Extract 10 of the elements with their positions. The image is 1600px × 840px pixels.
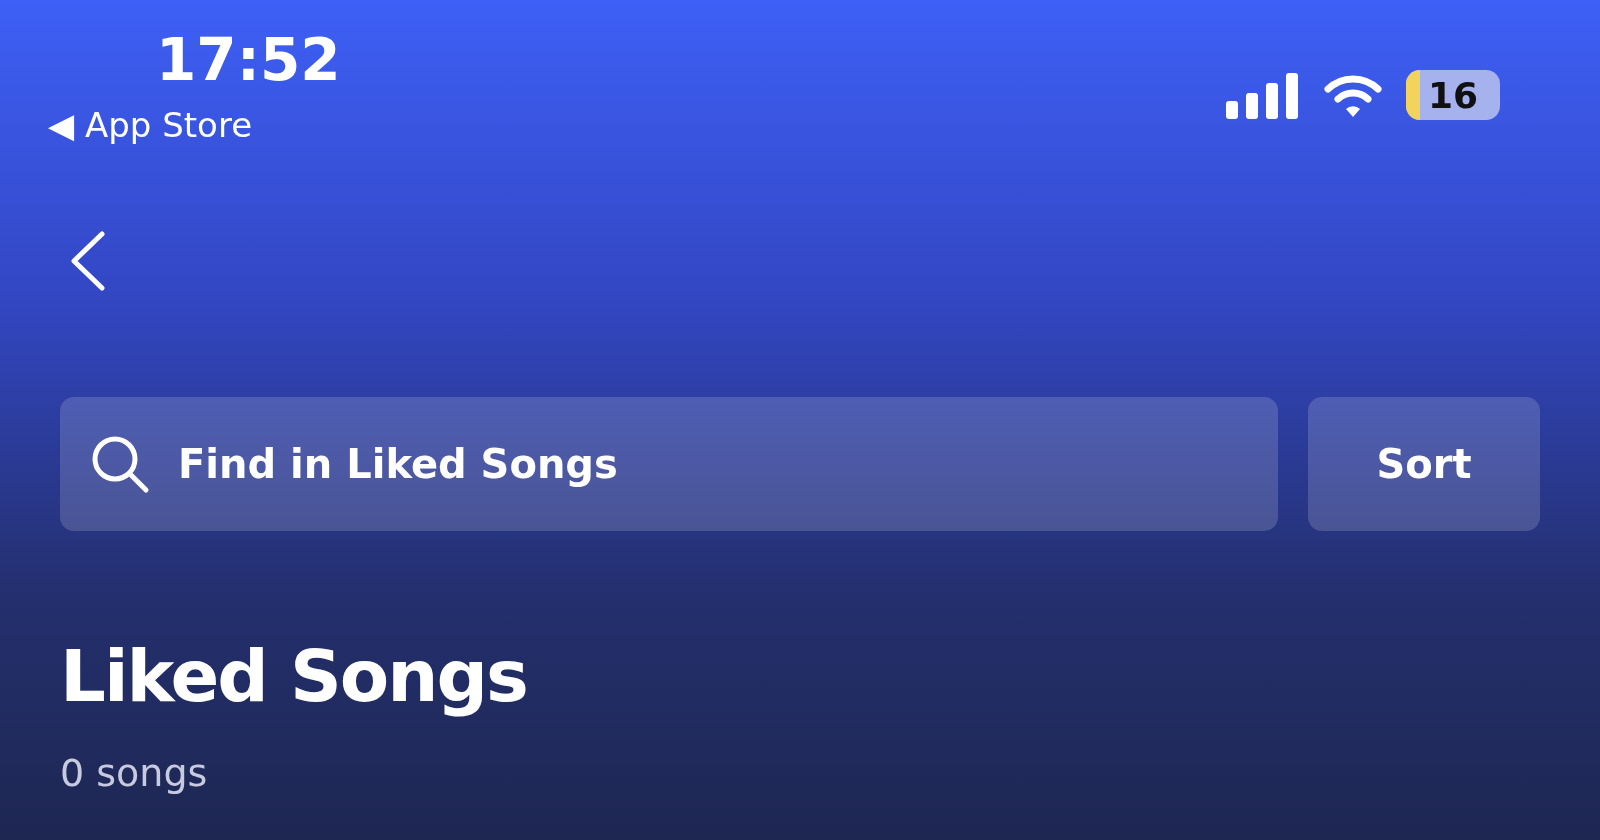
- back-to-app-link[interactable]: ◀ App Store: [48, 100, 341, 150]
- status-time: 17:52: [156, 25, 341, 96]
- signal-icon: [1226, 71, 1300, 119]
- back-icon[interactable]: [68, 230, 108, 292]
- battery-indicator: 16: [1406, 70, 1500, 120]
- song-count: 0 songs: [60, 751, 209, 795]
- wifi-icon: [1324, 73, 1382, 117]
- playlist-title: Liked Songs: [60, 633, 528, 720]
- sort-button[interactable]: Sort: [1308, 397, 1540, 531]
- search-icon: [90, 434, 150, 494]
